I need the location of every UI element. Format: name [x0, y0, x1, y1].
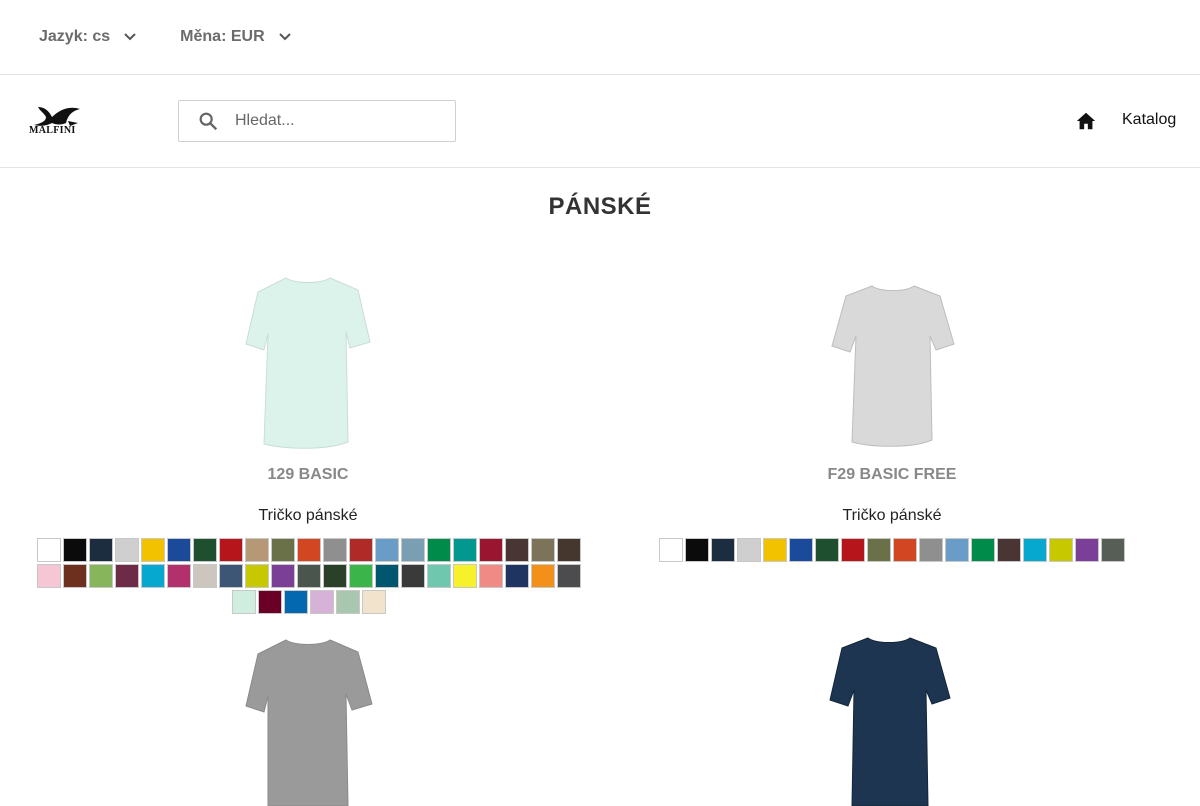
color-swatch[interactable] [232, 590, 256, 614]
color-swatch[interactable] [479, 564, 503, 588]
language-selector[interactable]: Jazyk: cs [39, 28, 136, 46]
color-swatch[interactable] [167, 538, 191, 562]
color-swatch[interactable] [531, 538, 555, 562]
color-swatch[interactable] [63, 564, 87, 588]
color-swatch[interactable] [479, 538, 503, 562]
color-swatch[interactable] [453, 564, 477, 588]
color-swatch[interactable] [323, 538, 347, 562]
product-image[interactable] [238, 272, 378, 452]
product-image[interactable] [826, 280, 960, 448]
page-title: PÁNSKÉ [548, 193, 652, 220]
color-swatch[interactable] [167, 564, 191, 588]
color-swatch[interactable] [297, 538, 321, 562]
chevron-down-icon [278, 31, 291, 43]
color-swatch[interactable] [919, 538, 943, 562]
color-swatch[interactable] [711, 538, 735, 562]
color-swatch[interactable] [1075, 538, 1099, 562]
color-swatch[interactable] [63, 538, 87, 562]
color-swatch[interactable] [531, 564, 555, 588]
color-swatch[interactable] [258, 590, 282, 614]
color-swatch[interactable] [557, 538, 581, 562]
search-box [178, 100, 456, 142]
color-swatch[interactable] [89, 564, 113, 588]
color-swatch[interactable] [310, 590, 334, 614]
color-swatch[interactable] [815, 538, 839, 562]
color-swatch[interactable] [427, 538, 451, 562]
color-swatch[interactable] [1023, 538, 1047, 562]
color-swatch[interactable] [659, 538, 683, 562]
color-swatch[interactable] [323, 564, 347, 588]
color-swatch[interactable] [245, 564, 269, 588]
color-swatches [36, 538, 582, 614]
product-subtitle: Tričko pánské [258, 507, 358, 524]
product-name[interactable]: 129 BASIC [208, 466, 408, 484]
product-image[interactable] [824, 634, 958, 806]
color-swatch[interactable] [297, 564, 321, 588]
color-swatch[interactable] [557, 564, 581, 588]
color-swatch[interactable] [453, 538, 477, 562]
color-swatch[interactable] [737, 538, 761, 562]
logo-text: MALFINI [29, 125, 76, 136]
katalog-link[interactable]: Katalog [1122, 111, 1176, 129]
header: MALFINI Katalog [0, 75, 1200, 168]
color-swatch[interactable] [115, 564, 139, 588]
color-swatch[interactable] [141, 538, 165, 562]
color-swatch[interactable] [115, 538, 139, 562]
product-name[interactable]: F29 BASIC FREE [792, 466, 992, 484]
color-swatch[interactable] [336, 590, 360, 614]
currency-label: Měna: EUR [180, 28, 265, 45]
home-icon[interactable] [1075, 110, 1097, 132]
color-swatch[interactable] [505, 564, 529, 588]
product-subtitle: Tričko pánské [842, 507, 942, 524]
color-swatch[interactable] [997, 538, 1021, 562]
language-label: Jazyk: cs [39, 28, 111, 45]
search-icon [197, 110, 219, 132]
color-swatch[interactable] [245, 538, 269, 562]
color-swatch[interactable] [271, 564, 295, 588]
color-swatch[interactable] [362, 590, 386, 614]
color-swatch[interactable] [349, 538, 373, 562]
color-swatch[interactable] [375, 538, 399, 562]
color-swatch[interactable] [193, 538, 217, 562]
color-swatch[interactable] [271, 538, 295, 562]
color-swatch[interactable] [685, 538, 709, 562]
color-swatch[interactable] [893, 538, 917, 562]
color-swatch[interactable] [867, 538, 891, 562]
color-swatch[interactable] [945, 538, 969, 562]
logo[interactable]: MALFINI [28, 101, 84, 143]
color-swatch[interactable] [401, 538, 425, 562]
color-swatch[interactable] [789, 538, 813, 562]
color-swatch[interactable] [971, 538, 995, 562]
top-bar: Jazyk: cs Měna: EUR [0, 0, 1200, 75]
color-swatch[interactable] [219, 538, 243, 562]
color-swatch[interactable] [505, 538, 529, 562]
color-swatch[interactable] [89, 538, 113, 562]
color-swatch[interactable] [37, 564, 61, 588]
color-swatch[interactable] [763, 538, 787, 562]
color-swatch[interactable] [1101, 538, 1125, 562]
color-swatch[interactable] [375, 564, 399, 588]
color-swatch[interactable] [1049, 538, 1073, 562]
color-swatch[interactable] [37, 538, 61, 562]
color-swatches [658, 538, 1126, 562]
currency-selector[interactable]: Měna: EUR [180, 28, 291, 46]
color-swatch[interactable] [284, 590, 308, 614]
chevron-down-icon [124, 31, 136, 43]
product-image[interactable] [238, 636, 378, 806]
color-swatch[interactable] [141, 564, 165, 588]
color-swatch[interactable] [219, 564, 243, 588]
color-swatch[interactable] [193, 564, 217, 588]
color-swatch[interactable] [349, 564, 373, 588]
search-input[interactable] [235, 112, 435, 130]
color-swatch[interactable] [401, 564, 425, 588]
color-swatch[interactable] [427, 564, 451, 588]
color-swatch[interactable] [841, 538, 865, 562]
